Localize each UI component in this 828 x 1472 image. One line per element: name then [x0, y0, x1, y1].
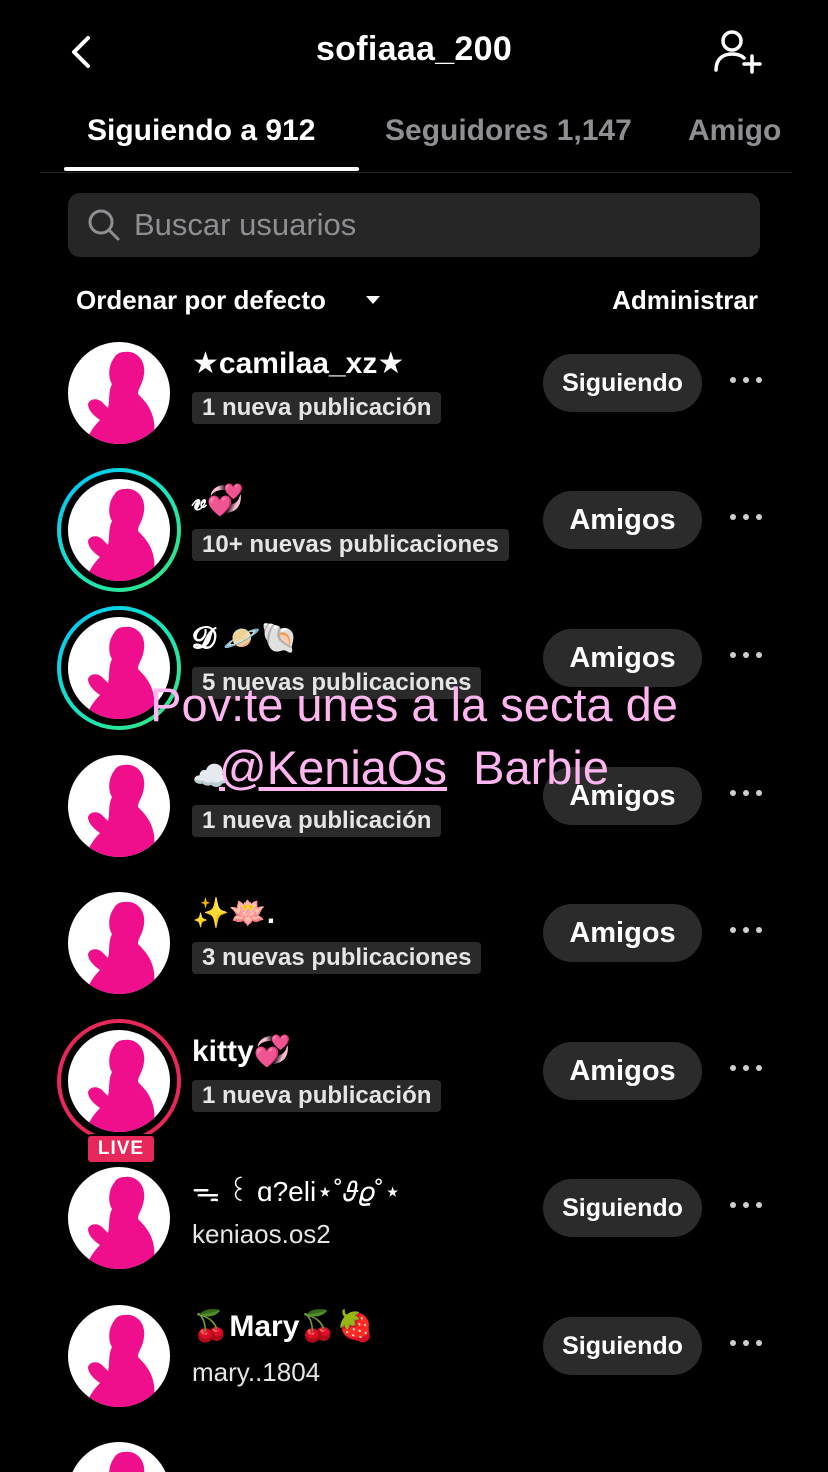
user-row[interactable]: ☁️ 1 nueva publicación Amigos [0, 745, 828, 875]
new-posts-label: 3 nuevas publicaciones [192, 942, 482, 974]
barbie-silhouette-icon [86, 1039, 155, 1132]
avatar[interactable] [68, 1167, 170, 1269]
story-ring [57, 606, 181, 730]
search-input[interactable] [134, 207, 734, 243]
following-button[interactable]: Siguiendo [543, 1179, 702, 1237]
more-options-icon[interactable] [730, 649, 762, 661]
more-options-icon[interactable] [730, 1199, 762, 1211]
new-posts-label: 10+ nuevas publicaciones [192, 529, 509, 561]
search-icon [88, 209, 120, 241]
more-options-icon[interactable] [730, 924, 762, 936]
username: 𝓓 🪐🐚 [192, 622, 299, 655]
avatar[interactable]: LIVE [57, 1019, 181, 1164]
add-user-icon[interactable] [712, 28, 764, 76]
new-posts-label: 5 nuevas publicaciones [192, 667, 482, 699]
avatar[interactable] [68, 755, 170, 857]
user-handle: mary..1804 [192, 1357, 321, 1387]
follow-tabs: Siguiendo a 912 Seguidores 1,147 Amigo [40, 104, 792, 173]
user-row-partial[interactable] [0, 1432, 828, 1472]
manage-button[interactable]: Administrar [612, 285, 758, 316]
more-options-icon[interactable] [730, 374, 762, 386]
more-options-icon[interactable] [730, 1062, 762, 1074]
barbie-silhouette-icon [86, 1314, 155, 1407]
tab-friends[interactable]: Amigo [688, 114, 781, 148]
live-ring [57, 1019, 181, 1143]
active-tab-indicator [64, 167, 359, 171]
user-row[interactable]: 𝓋💞 10+ nuevas publicaciones Amigos [0, 468, 828, 599]
profile-username-title: sofiaaa_200 [315, 30, 513, 68]
more-options-icon[interactable] [730, 1337, 762, 1349]
new-posts-label: 1 nueva publicación [192, 805, 442, 837]
username: ✨🪷. [192, 897, 276, 930]
avatar[interactable] [68, 1305, 170, 1407]
more-options-icon[interactable] [730, 787, 762, 799]
barbie-silhouette-icon [109, 1451, 145, 1472]
tab-following[interactable]: Siguiendo a 912 [87, 114, 315, 148]
avatar[interactable] [57, 606, 181, 730]
story-ring [57, 468, 181, 592]
user-handle: keniaos.os2 [192, 1219, 331, 1249]
sort-dropdown[interactable]: Ordenar por defecto [76, 285, 326, 316]
friends-button[interactable]: Amigos [543, 629, 702, 687]
barbie-silhouette-icon [86, 901, 155, 994]
barbie-silhouette-icon [86, 626, 155, 719]
following-button[interactable]: Siguiendo [543, 354, 702, 412]
avatar[interactable] [68, 342, 170, 444]
tab-followers[interactable]: Seguidores 1,147 [385, 114, 632, 148]
user-row[interactable]: 𝓓 🪐🐚 5 nuevas publicaciones Amigos [0, 606, 828, 737]
more-options-icon[interactable] [730, 511, 762, 523]
avatar[interactable] [68, 1442, 170, 1472]
following-button[interactable]: Siguiendo [543, 1317, 702, 1375]
username: 𝓋💞 [192, 484, 245, 517]
user-row[interactable]: LIVE kitty💞 1 nueva publicación Amigos [0, 1019, 828, 1164]
username: kitty💞 [192, 1035, 292, 1068]
user-row[interactable]: ᯓ ꒰ ɑ?eli⋆˚𝜗𝜚˚⋆ keniaos.os2 Siguiendo [0, 1157, 828, 1287]
new-posts-label: 1 nueva publicación [192, 392, 442, 424]
barbie-silhouette-icon [86, 764, 155, 857]
search-bar[interactable] [68, 193, 760, 257]
user-row[interactable]: ✨🪷. 3 nuevas publicaciones Amigos [0, 882, 828, 1012]
friends-button[interactable]: Amigos [543, 491, 702, 549]
barbie-silhouette-icon [86, 488, 155, 581]
username: ★camilaa_xz★ [192, 347, 405, 380]
friends-button[interactable]: Amigos [543, 767, 702, 825]
user-row[interactable]: ★camilaa_xz★ 1 nueva publicación Siguien… [0, 332, 828, 462]
caret-down-icon[interactable] [366, 296, 380, 304]
top-bar: sofiaaa_200 [0, 0, 828, 104]
avatar[interactable] [57, 468, 181, 592]
sort-bar: Ordenar por defecto Administrar [76, 282, 760, 322]
username: ᯓ ꒰ ɑ?eli⋆˚𝜗𝜚˚⋆ [192, 1176, 402, 1207]
barbie-silhouette-icon [86, 351, 155, 444]
barbie-silhouette-icon [86, 1176, 155, 1269]
friends-button[interactable]: Amigos [543, 1042, 702, 1100]
username: ☁️ [192, 760, 230, 793]
friends-button[interactable]: Amigos [543, 904, 702, 962]
avatar[interactable] [68, 892, 170, 994]
user-row[interactable]: 🍒Mary🍒🍓 mary..1804 Siguiendo [0, 1295, 828, 1425]
new-posts-label: 1 nueva publicación [192, 1080, 442, 1112]
username: 🍒Mary🍒🍓 [192, 1310, 375, 1343]
